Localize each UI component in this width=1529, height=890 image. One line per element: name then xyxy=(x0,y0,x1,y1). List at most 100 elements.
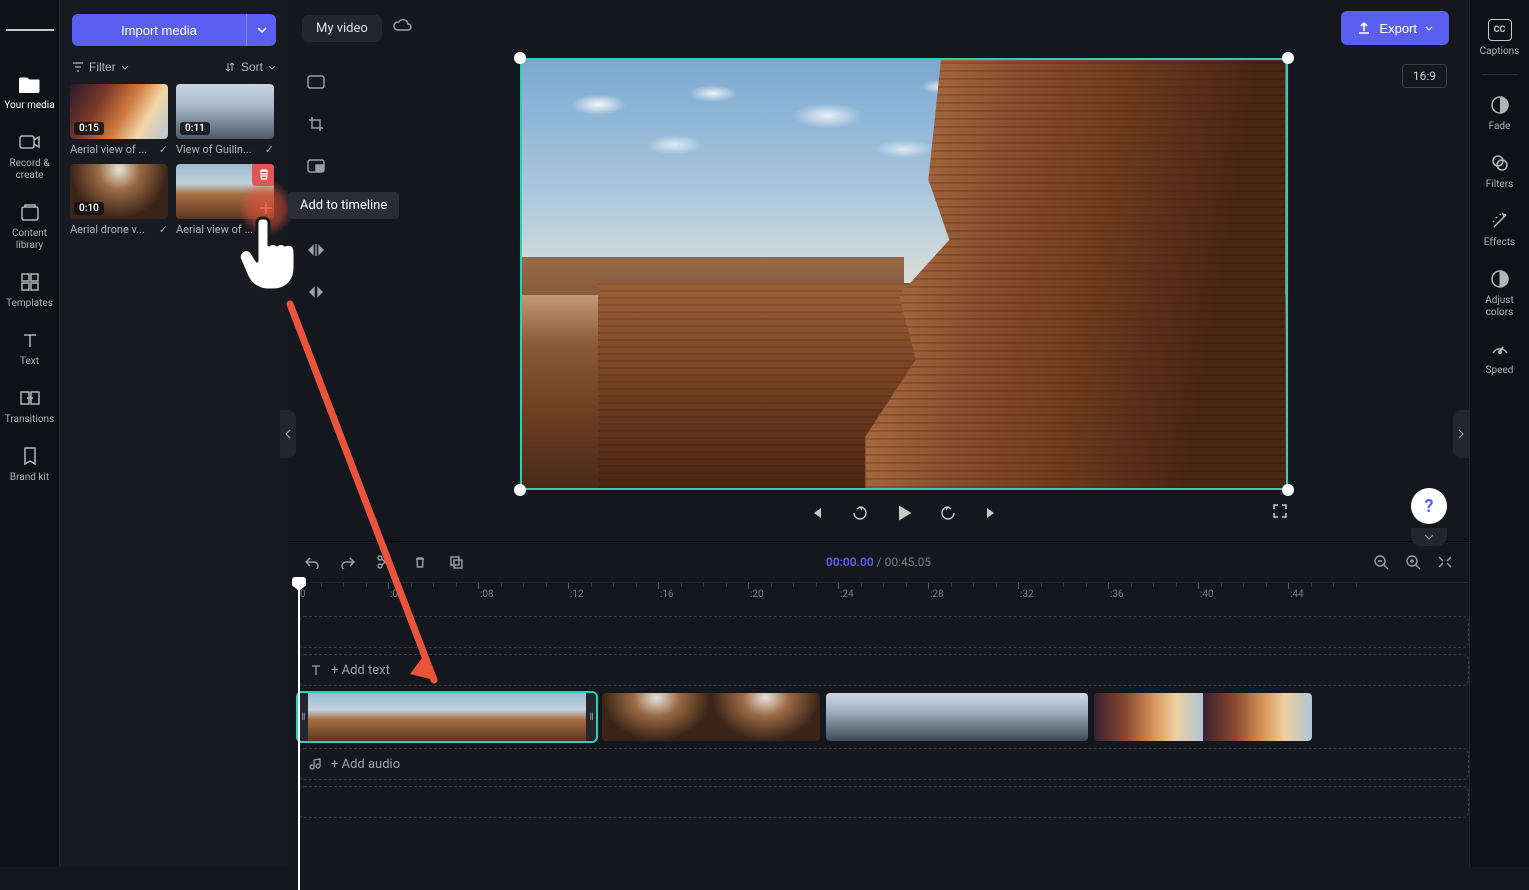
help-expand-button[interactable] xyxy=(1411,528,1447,546)
audio-track[interactable]: + Add audio xyxy=(298,748,1469,780)
media-thumbnail: 0:11 xyxy=(176,84,274,139)
import-media-dropdown[interactable] xyxy=(246,14,276,46)
sidebar-label: Transitions xyxy=(5,414,54,426)
filter-icon xyxy=(72,61,84,73)
filter-button[interactable]: Filter xyxy=(72,60,129,74)
fade-icon xyxy=(1488,93,1512,117)
timeline-ruler[interactable]: 0:04:08:12:16:20:24:28:32:36:40:44 xyxy=(288,582,1469,610)
camera-icon xyxy=(18,130,42,154)
menu-button[interactable] xyxy=(6,6,54,54)
skip-start-button[interactable] xyxy=(805,502,827,524)
upload-icon xyxy=(1357,21,1371,35)
annotation-arrow xyxy=(284,300,454,700)
sidebar-item-record-create[interactable]: Record & create xyxy=(0,122,60,192)
sort-button[interactable]: Sort xyxy=(224,60,276,74)
speed-icon xyxy=(1488,337,1512,361)
media-item[interactable]: 0:11 View of Guilin... ✓ xyxy=(176,84,274,156)
import-media-button[interactable]: Import media xyxy=(72,14,246,46)
media-label: View of Guilin... xyxy=(176,143,261,156)
export-button[interactable]: Export xyxy=(1341,11,1449,45)
right-item-effects[interactable]: Effects xyxy=(1470,201,1529,259)
timeline-clip[interactable] xyxy=(1094,693,1312,741)
templates-icon xyxy=(18,270,42,294)
right-item-captions[interactable]: CC Captions xyxy=(1470,10,1529,68)
cloud-sync-icon[interactable] xyxy=(392,18,412,38)
captions-icon: CC xyxy=(1488,18,1512,42)
time-total: 00:45.05 xyxy=(885,555,932,569)
filters-icon xyxy=(1488,151,1512,175)
media-label: Aerial drone v... xyxy=(70,223,155,236)
text-track[interactable]: + Add text xyxy=(298,654,1469,686)
collapse-right-panel-button[interactable] xyxy=(1453,410,1469,458)
preview-canvas[interactable] xyxy=(520,58,1288,490)
time-current: 00:00.00 xyxy=(826,555,874,569)
video-track[interactable]: ‖ ‖ xyxy=(298,692,1469,742)
play-button[interactable] xyxy=(893,502,915,524)
right-rail-label: Filters xyxy=(1486,179,1514,191)
resize-handle[interactable] xyxy=(514,484,526,496)
adjust-colors-icon xyxy=(1488,267,1512,291)
playback-bar xyxy=(520,502,1288,524)
flip-h-tool[interactable] xyxy=(302,236,330,264)
chevron-down-icon xyxy=(1424,534,1434,540)
chevron-right-icon xyxy=(1458,429,1464,439)
media-item[interactable]: 0:15 Aerial view of ... ✓ xyxy=(70,84,168,156)
sidebar-label: Record & create xyxy=(2,158,58,182)
sidebar-item-content-library[interactable]: Content library xyxy=(0,192,60,262)
help-button[interactable]: ? xyxy=(1411,488,1447,524)
right-item-fade[interactable]: Fade xyxy=(1470,85,1529,143)
add-audio-label: + Add audio xyxy=(331,757,400,772)
trash-icon xyxy=(257,167,271,181)
resize-handle[interactable] xyxy=(1282,484,1294,496)
sidebar-label: Your media xyxy=(4,100,54,112)
sidebar-item-text[interactable]: Text xyxy=(0,320,60,378)
zoom-in-button[interactable] xyxy=(1403,552,1423,572)
right-item-speed[interactable]: Speed xyxy=(1470,329,1529,387)
zoom-fit-button[interactable] xyxy=(1435,552,1455,572)
sidebar-label: Content library xyxy=(2,228,58,252)
crop-tool[interactable] xyxy=(302,110,330,138)
clip-trim-handle[interactable]: ‖ xyxy=(586,693,596,741)
right-rail-label: Fade xyxy=(1489,121,1511,133)
pip-tool[interactable] xyxy=(302,152,330,180)
folder-icon xyxy=(18,72,42,96)
music-icon xyxy=(309,757,323,771)
sidebar-item-your-media[interactable]: Your media xyxy=(0,64,60,122)
right-item-adjust-colors[interactable]: Adjust colors xyxy=(1470,259,1529,329)
duration-badge: 0:15 xyxy=(74,122,104,135)
sidebar-item-templates[interactable]: Templates xyxy=(0,262,60,320)
right-rail-label: Adjust colors xyxy=(1472,295,1528,319)
sidebar-label: Text xyxy=(20,356,39,368)
empty-track[interactable] xyxy=(298,786,1469,818)
empty-track[interactable] xyxy=(298,616,1469,648)
skip-end-button[interactable] xyxy=(981,502,1003,524)
zoom-out-button[interactable] xyxy=(1371,552,1391,572)
annotation-pointer-icon xyxy=(236,212,306,302)
right-item-filters[interactable]: Filters xyxy=(1470,143,1529,201)
sort-icon xyxy=(224,61,236,73)
right-rail: CC Captions Fade Filters Effects Adjust … xyxy=(1469,0,1529,867)
resize-handle[interactable] xyxy=(514,52,526,64)
forward-button[interactable] xyxy=(937,502,959,524)
timeline-clip[interactable] xyxy=(602,693,820,741)
sidebar-item-brand-kit[interactable]: Brand kit xyxy=(0,436,60,494)
resize-handle[interactable] xyxy=(1282,52,1294,64)
project-title-input[interactable]: My video xyxy=(302,15,382,42)
left-rail: Your media Record & create Content libra… xyxy=(0,0,60,867)
top-bar: My video Export xyxy=(288,0,1469,56)
right-rail-label: Effects xyxy=(1484,237,1515,249)
fit-tool[interactable] xyxy=(302,68,330,96)
export-label: Export xyxy=(1379,21,1417,36)
media-panel: Import media Filter Sort 0:15 xyxy=(60,0,288,867)
media-item[interactable]: 0:10 Aerial drone v... ✓ xyxy=(70,164,168,236)
text-icon xyxy=(18,328,42,352)
sort-label: Sort xyxy=(241,60,263,74)
right-rail-label: Speed xyxy=(1486,365,1514,377)
check-icon: ✓ xyxy=(159,143,168,156)
check-icon: ✓ xyxy=(265,143,274,156)
timeline-clip[interactable]: ‖ ‖ xyxy=(298,693,596,741)
sidebar-item-transitions[interactable]: Transitions xyxy=(0,378,60,436)
timeline-clip[interactable] xyxy=(826,693,1088,741)
rewind-button[interactable] xyxy=(849,502,871,524)
fullscreen-button[interactable] xyxy=(1272,503,1288,523)
